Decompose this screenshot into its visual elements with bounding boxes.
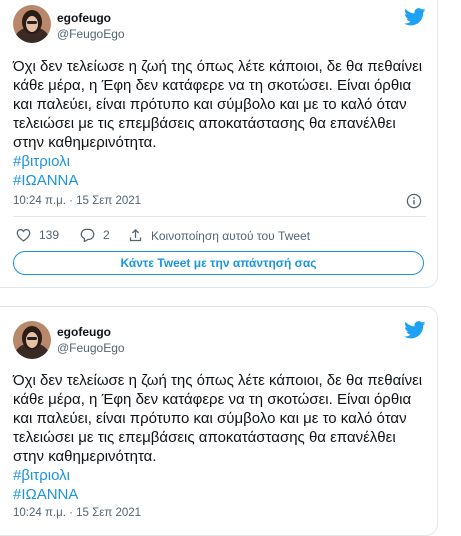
tweet-timestamp[interactable]: 10:24 π.μ. · 15 Σεπ 2021 xyxy=(13,195,141,207)
author-name[interactable]: egofeugo xyxy=(57,325,111,339)
share-label: Κοινοποίηση αυτού του Tweet xyxy=(151,228,311,243)
reply-action[interactable]: 2 xyxy=(80,228,110,242)
heart-icon xyxy=(16,228,31,242)
author-handle[interactable]: @FeugoEgo xyxy=(57,341,125,355)
hashtag-link[interactable]: #βιτριολι xyxy=(13,466,428,485)
reply-count: 2 xyxy=(103,228,110,242)
tweet-card-2: egofeugo @FeugoEgo Όχι δεν τελείωσε η ζω… xyxy=(0,306,438,536)
tweet-card-1: egofeugo @FeugoEgo Όχι δεν τελείωσε η ζω… xyxy=(0,0,438,288)
avatar[interactable] xyxy=(13,5,51,43)
tweet-body: Όχι δεν τελείωσε η ζωή της όπως λέτε κάπ… xyxy=(13,372,423,465)
hashtag-link[interactable]: #ΙΩΑΝΝΑ xyxy=(13,171,428,190)
tweet-body: Όχι δεν τελείωσε η ζωή της όπως λέτε κάπ… xyxy=(13,58,423,151)
share-icon xyxy=(129,228,142,242)
tweet-reply-button[interactable]: Κάντε Tweet με την απάντησή σας xyxy=(13,251,424,275)
hashtag-link[interactable]: #ΙΩΑΝΝΑ xyxy=(13,485,428,504)
twitter-bird-icon[interactable] xyxy=(404,321,426,339)
info-icon[interactable] xyxy=(406,193,422,209)
author-name[interactable]: egofeugo xyxy=(57,11,111,25)
tweet-timestamp[interactable]: 10:24 π.μ. · 15 Σεπ 2021 xyxy=(13,507,141,519)
reply-icon xyxy=(80,228,95,242)
twitter-bird-icon[interactable] xyxy=(404,8,426,26)
share-action[interactable]: Κοινοποίηση αυτού του Tweet xyxy=(128,228,310,243)
avatar[interactable] xyxy=(13,321,51,359)
tweet-text: Όχι δεν τελείωσε η ζωή της όπως λέτε κάπ… xyxy=(13,371,428,504)
author-handle[interactable]: @FeugoEgo xyxy=(57,27,125,41)
like-action[interactable]: 139 xyxy=(16,228,59,242)
divider xyxy=(13,216,426,217)
like-count: 139 xyxy=(39,228,60,242)
tweet-text: Όχι δεν τελείωσε η ζωή της όπως λέτε κάπ… xyxy=(13,57,428,190)
hashtag-link[interactable]: #βιτριολι xyxy=(13,152,428,171)
